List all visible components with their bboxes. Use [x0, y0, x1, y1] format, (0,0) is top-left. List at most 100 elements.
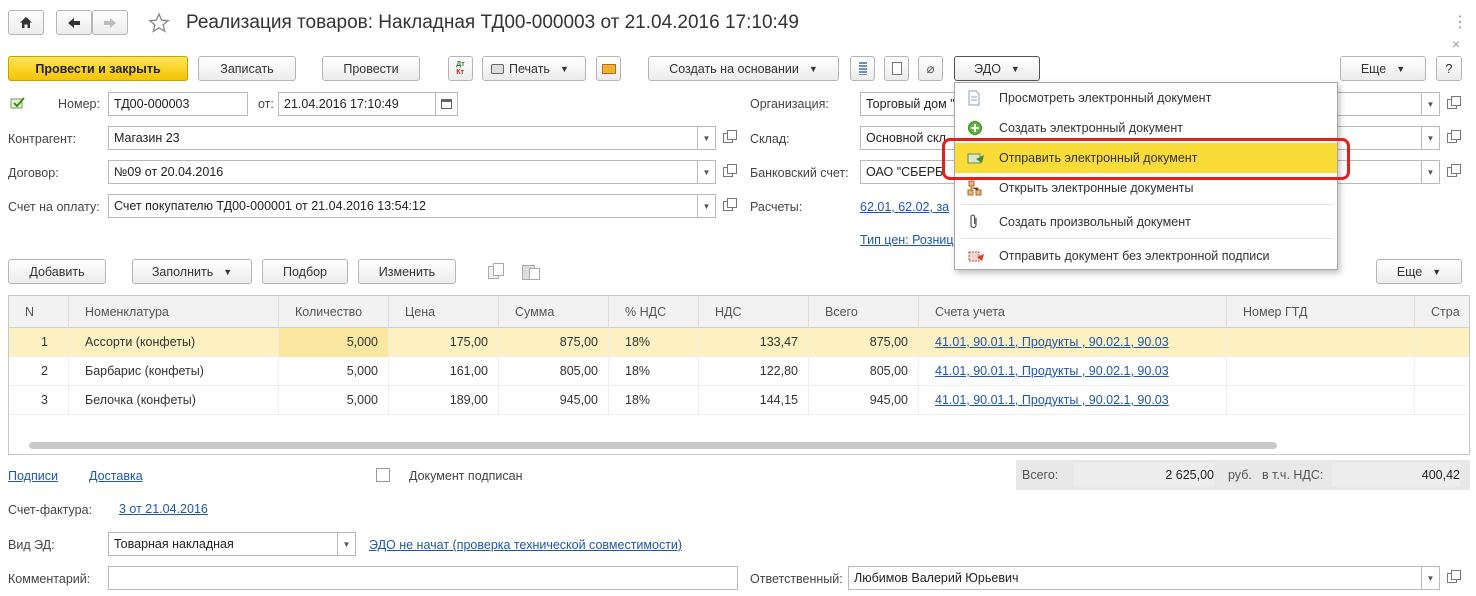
close-icon[interactable]: × — [1452, 36, 1460, 52]
table-row[interactable]: 2 Барбарис (конфеты) 5,000 161,00 805,00… — [9, 357, 1469, 386]
help-button[interactable]: ? — [1436, 56, 1462, 81]
price-type-link[interactable]: Тип цен: Розниц — [860, 233, 954, 247]
total-cell[interactable]: 875,00 — [809, 328, 919, 357]
edo-status-link[interactable]: ЭДО не начат (проверка технической совме… — [369, 538, 682, 552]
save-button[interactable]: Записать — [198, 56, 296, 81]
vat-rate-cell[interactable]: 18% — [609, 386, 699, 415]
price-cell[interactable]: 161,00 — [389, 357, 499, 386]
back-button[interactable] — [56, 10, 92, 35]
invoice-for-payment-field[interactable]: Счет покупателю ТД00-000001 от 21.04.201… — [108, 194, 698, 218]
comment-field[interactable] — [108, 566, 738, 590]
print-button[interactable]: Печать ▼ — [482, 56, 586, 81]
nomenclature-cell[interactable]: Белочка (конфеты) — [69, 386, 279, 415]
nomenclature-cell[interactable]: Ассорти (конфеты) — [69, 328, 279, 357]
column-header[interactable]: Количество — [279, 296, 389, 328]
pick-button[interactable]: Подбор — [262, 259, 348, 284]
responsible-open-icon[interactable] — [1442, 566, 1462, 590]
organization-open-icon[interactable] — [1442, 92, 1462, 116]
quantity-cell[interactable]: 5,000 — [279, 357, 389, 386]
contract-field[interactable]: №09 от 20.04.2016 — [108, 160, 698, 184]
column-header[interactable]: Сумма — [499, 296, 609, 328]
post-button[interactable]: Провести — [322, 56, 420, 81]
nomenclature-cell[interactable]: Барбарис (конфеты) — [69, 357, 279, 386]
attach-button[interactable]: ⌀ — [918, 56, 943, 81]
vat-rate-cell[interactable]: 18% — [609, 357, 699, 386]
gtd-cell[interactable] — [1227, 357, 1415, 386]
home-button[interactable] — [8, 10, 44, 35]
settlements-link[interactable]: 62.01, 62.02, за — [860, 200, 949, 214]
fill-button[interactable]: Заполнить ▼ — [132, 259, 252, 284]
invoice-link[interactable]: 3 от 21.04.2016 — [119, 502, 208, 516]
number-field[interactable]: ТД00-000003 — [108, 92, 248, 116]
column-header[interactable]: Номер ГТД — [1227, 296, 1415, 328]
report-button[interactable] — [884, 56, 909, 81]
change-button[interactable]: Изменить — [358, 259, 456, 284]
column-header[interactable]: % НДС — [609, 296, 699, 328]
accounts-link[interactable]: 41.01, 90.01.1, Продукты , 90.02.1, 90.0… — [919, 386, 1227, 415]
warehouse-open-icon[interactable] — [1442, 126, 1462, 150]
edo-button[interactable]: ЭДО ▼ — [954, 56, 1040, 81]
accounts-link[interactable]: 41.01, 90.01.1, Продукты , 90.02.1, 90.0… — [919, 328, 1227, 357]
gtd-cell[interactable] — [1227, 386, 1415, 415]
vat-rate-cell[interactable]: 18% — [609, 328, 699, 357]
bank-account-dropdown[interactable]: ▼ — [1422, 160, 1440, 184]
price-cell[interactable]: 189,00 — [389, 386, 499, 415]
invoice-for-payment-dropdown[interactable]: ▼ — [698, 194, 716, 218]
structure-button[interactable] — [850, 56, 875, 81]
table-row[interactable]: 3 Белочка (конфеты) 5,000 189,00 945,00 … — [9, 386, 1469, 415]
counterparty-open-icon[interactable] — [718, 126, 738, 150]
more-button[interactable]: Еще ▼ — [1340, 56, 1426, 81]
paste-icon[interactable] — [522, 263, 542, 281]
menu-item-send-unsigned[interactable]: Отправить документ без электронной подпи… — [955, 241, 1337, 271]
table-row[interactable]: 1 Ассорти (конфеты) 5,000 175,00 875,00 … — [9, 328, 1469, 357]
counterparty-dropdown[interactable]: ▼ — [698, 126, 716, 150]
column-header[interactable]: Стра — [1415, 296, 1469, 328]
menu-item-create-arbitrary[interactable]: Создать произвольный документ — [955, 207, 1337, 237]
column-header[interactable]: Номенклатура — [69, 296, 279, 328]
ed-type-field[interactable]: Товарная накладная — [108, 532, 338, 556]
total-cell[interactable]: 805,00 — [809, 357, 919, 386]
column-header[interactable]: N — [9, 296, 69, 328]
post-and-close-button[interactable]: Провести и закрыть — [8, 56, 188, 81]
vat-cell[interactable]: 122,80 — [699, 357, 809, 386]
copy-icon[interactable] — [488, 263, 506, 281]
price-cell[interactable]: 175,00 — [389, 328, 499, 357]
column-header[interactable]: Счета учета — [919, 296, 1227, 328]
counterparty-field[interactable]: Магазин 23 — [108, 126, 698, 150]
document-signed-checkbox[interactable] — [376, 468, 390, 482]
contract-dropdown[interactable]: ▼ — [698, 160, 716, 184]
sum-cell[interactable]: 805,00 — [499, 357, 609, 386]
column-header[interactable]: Всего — [809, 296, 919, 328]
quantity-cell[interactable]: 5,000 — [279, 386, 389, 415]
calendar-button[interactable] — [436, 92, 458, 116]
horizontal-scrollbar[interactable] — [29, 442, 1277, 449]
favorite-star-icon[interactable] — [148, 12, 170, 37]
dt-kt-button[interactable]: Дт Кт — [448, 56, 473, 81]
ed-type-dropdown[interactable]: ▼ — [338, 532, 356, 556]
more-window-icon[interactable]: ⋮ — [1452, 12, 1468, 32]
responsible-field[interactable]: Любимов Валерий Юрьевич — [848, 566, 1422, 590]
warehouse-dropdown[interactable]: ▼ — [1422, 126, 1440, 150]
delivery-link[interactable]: Доставка — [89, 469, 143, 483]
accounts-link[interactable]: 41.01, 90.01.1, Продукты , 90.02.1, 90.0… — [919, 357, 1227, 386]
table-more-button[interactable]: Еще ▼ — [1376, 259, 1462, 284]
bank-account-open-icon[interactable] — [1442, 160, 1462, 184]
signatures-link[interactable]: Подписи — [8, 469, 58, 483]
create-based-on-button[interactable]: Создать на основании ▼ — [648, 56, 839, 81]
contract-open-icon[interactable] — [718, 160, 738, 184]
sum-cell[interactable]: 875,00 — [499, 328, 609, 357]
column-header[interactable]: НДС — [699, 296, 809, 328]
quantity-cell[interactable]: 5,000 — [279, 328, 389, 357]
sum-cell[interactable]: 945,00 — [499, 386, 609, 415]
vat-cell[interactable]: 133,47 — [699, 328, 809, 357]
invoice-for-payment-open-icon[interactable] — [718, 194, 738, 218]
organization-dropdown[interactable]: ▼ — [1422, 92, 1440, 116]
email-button[interactable] — [596, 56, 621, 81]
menu-item-view-edoc[interactable]: Просмотреть электронный документ — [955, 83, 1337, 113]
vat-cell[interactable]: 144,15 — [699, 386, 809, 415]
responsible-dropdown[interactable]: ▼ — [1422, 566, 1440, 590]
date-field[interactable]: 21.04.2016 17:10:49 — [278, 92, 436, 116]
column-header[interactable]: Цена — [389, 296, 499, 328]
add-row-button[interactable]: Добавить — [8, 259, 106, 284]
total-cell[interactable]: 945,00 — [809, 386, 919, 415]
